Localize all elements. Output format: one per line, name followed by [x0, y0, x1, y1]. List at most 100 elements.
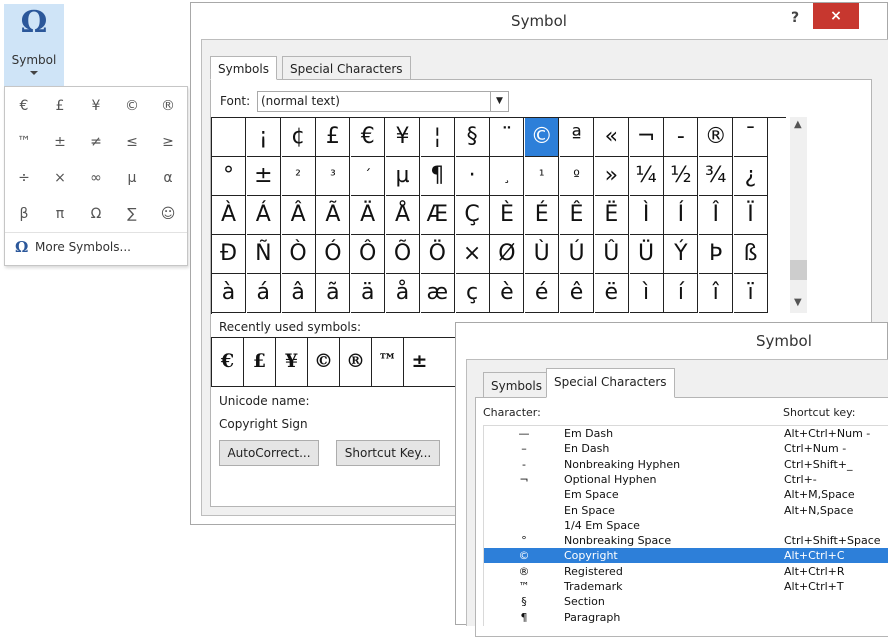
symbol-cell[interactable]: ® — [699, 118, 734, 157]
recent-symbol-cell[interactable]: ¥ — [276, 338, 308, 386]
symbol-cell[interactable]: â — [281, 274, 316, 313]
symbol-cell[interactable]: æ — [420, 274, 455, 313]
symbol-cell[interactable]: ¹ — [525, 157, 560, 196]
symbol-cell[interactable]: ¥ — [386, 118, 420, 157]
gallery-symbol-cell[interactable]: ± — [42, 125, 78, 159]
symbol-cell[interactable]: Þ — [699, 235, 734, 274]
symbol-cell[interactable]: º — [560, 157, 594, 196]
recent-symbol-cell[interactable]: € — [212, 338, 244, 386]
symbol-cell[interactable]: ¦ — [420, 118, 455, 157]
symbol-cell[interactable]: ã — [316, 274, 351, 313]
symbol-cell[interactable]: è — [490, 274, 525, 313]
symbol-cell[interactable]: ç — [455, 274, 490, 313]
symbol-cell[interactable]: £ — [316, 118, 351, 157]
special-character-row[interactable]: ¬ Optional Hyphen Ctrl+- — [484, 472, 888, 487]
recent-symbol-cell[interactable]: £ — [244, 338, 276, 386]
symbol-cell[interactable]: È — [490, 196, 525, 235]
symbol-cell[interactable]: « — [594, 118, 629, 157]
gallery-symbol-cell[interactable]: ™ — [6, 125, 42, 159]
symbol-cell[interactable]: Ç — [455, 196, 490, 235]
symbol-cell[interactable]: ä — [351, 274, 386, 313]
close-button[interactable]: × — [813, 3, 859, 29]
special-character-row[interactable]: – En Dash Ctrl+Num - — [484, 441, 888, 456]
symbol-cell[interactable]: Ø — [490, 235, 525, 274]
gallery-symbol-cell[interactable]: ≤ — [114, 125, 150, 159]
symbol-cell[interactable]: - — [664, 118, 699, 157]
gallery-symbol-cell[interactable]: £ — [42, 89, 78, 123]
symbol-cell[interactable]: Ë — [594, 196, 629, 235]
symbol-cell[interactable]: ² — [281, 157, 316, 196]
symbol-cell[interactable]: Ä — [351, 196, 386, 235]
symbol-cell[interactable]: Ì — [629, 196, 664, 235]
scrollbar-thumb[interactable] — [790, 260, 807, 280]
symbol-cell[interactable]: ± — [246, 157, 281, 196]
symbol-cell[interactable]: Ê — [560, 196, 594, 235]
symbol-cell[interactable]: Ü — [629, 235, 664, 274]
symbol-cell[interactable] — [212, 118, 246, 157]
symbol-cell[interactable]: Ò — [281, 235, 316, 274]
symbol-cell[interactable]: É — [525, 196, 560, 235]
special-character-row[interactable]: ¶ Paragraph — [484, 610, 888, 625]
symbol-cell[interactable]: í — [664, 274, 699, 313]
symbol-cell[interactable]: µ — [386, 157, 420, 196]
symbol-cell[interactable]: Å — [386, 196, 420, 235]
symbol-cell[interactable]: ³ — [316, 157, 351, 196]
gallery-symbol-cell[interactable]: ≠ — [78, 125, 114, 159]
symbol-cell[interactable]: Ú — [560, 235, 594, 274]
symbol-cell[interactable]: ª — [560, 118, 594, 157]
chevron-down-icon[interactable]: ▼ — [490, 92, 508, 111]
symbol-cell[interactable]: » — [594, 157, 629, 196]
symbol-cell[interactable]: å — [386, 274, 420, 313]
autocorrect-button[interactable]: AutoCorrect... — [219, 440, 319, 466]
special-character-row[interactable]: 1/4 Em Space — [484, 518, 888, 533]
symbol-cell[interactable]: ¢ — [281, 118, 316, 157]
symbol-cell[interactable]: ¼ — [629, 157, 664, 196]
symbol-cell[interactable]: ¾ — [699, 157, 734, 196]
gallery-symbol-cell[interactable]: Ω — [78, 197, 114, 231]
symbol-cell[interactable]: Ù — [525, 235, 560, 274]
shortcut-key-button[interactable]: Shortcut Key... — [336, 440, 440, 466]
gallery-symbol-cell[interactable]: © — [114, 89, 150, 123]
gallery-symbol-cell[interactable]: × — [42, 161, 78, 195]
recent-symbol-cell[interactable]: ® — [340, 338, 372, 386]
gallery-symbol-cell[interactable]: € — [6, 89, 42, 123]
special-character-row[interactable]: ™ Trademark Alt+Ctrl+T — [484, 579, 888, 594]
symbol-cell[interactable]: ´ — [351, 157, 386, 196]
gallery-symbol-cell[interactable]: β — [6, 197, 42, 231]
special-character-row[interactable]: En Space Alt+N,Space — [484, 503, 888, 518]
gallery-symbol-cell[interactable]: ≥ — [150, 125, 186, 159]
more-symbols-item[interactable]: Ω More Symbols... — [5, 235, 187, 261]
tab-special-characters[interactable]: Special Characters — [282, 56, 411, 80]
symbol-cell[interactable]: ½ — [664, 157, 699, 196]
recent-symbol-cell[interactable]: © — [308, 338, 340, 386]
symbol-cell[interactable]: ï — [734, 274, 768, 313]
special-character-row[interactable]: ° Nonbreaking Space Ctrl+Shift+Space — [484, 533, 888, 548]
help-button[interactable]: ? — [783, 8, 807, 28]
symbol-cell[interactable]: Ó — [316, 235, 351, 274]
symbol-cell[interactable]: á — [246, 274, 281, 313]
symbol-cell[interactable]: ß — [734, 235, 768, 274]
symbol-cell[interactable]: ¶ — [420, 157, 455, 196]
symbol-cell[interactable]: Ý — [664, 235, 699, 274]
symbol-cell[interactable]: Â — [281, 196, 316, 235]
symbol-cell[interactable]: Ð — [212, 235, 246, 274]
scroll-down-icon[interactable]: ▼ — [794, 297, 802, 308]
symbol-cell[interactable]: ¨ — [490, 118, 525, 157]
tab-symbols[interactable]: Symbols — [210, 56, 277, 80]
symbol-cell[interactable]: ¿ — [734, 157, 768, 196]
symbol-cell[interactable]: À — [212, 196, 246, 235]
symbol-cell[interactable]: ë — [594, 274, 629, 313]
special-character-row[interactable]: © Copyright Alt+Ctrl+C — [484, 548, 888, 564]
symbol-cell[interactable]: Ï — [734, 196, 768, 235]
symbol-cell[interactable]: × — [455, 235, 490, 274]
gallery-symbol-cell[interactable]: µ — [114, 161, 150, 195]
symbol-cell[interactable]: € — [351, 118, 386, 157]
symbol-cell[interactable]: é — [525, 274, 560, 313]
tab-symbols[interactable]: Symbols — [483, 372, 550, 398]
special-character-row[interactable]: - Nonbreaking Hyphen Ctrl+Shift+_ — [484, 457, 888, 472]
gallery-symbol-cell[interactable]: α — [150, 161, 186, 195]
symbol-cell[interactable]: à — [212, 274, 246, 313]
symbol-cell[interactable]: ¸ — [490, 157, 525, 196]
symbol-cell[interactable]: î — [699, 274, 734, 313]
symbol-cell[interactable]: ° — [212, 157, 246, 196]
